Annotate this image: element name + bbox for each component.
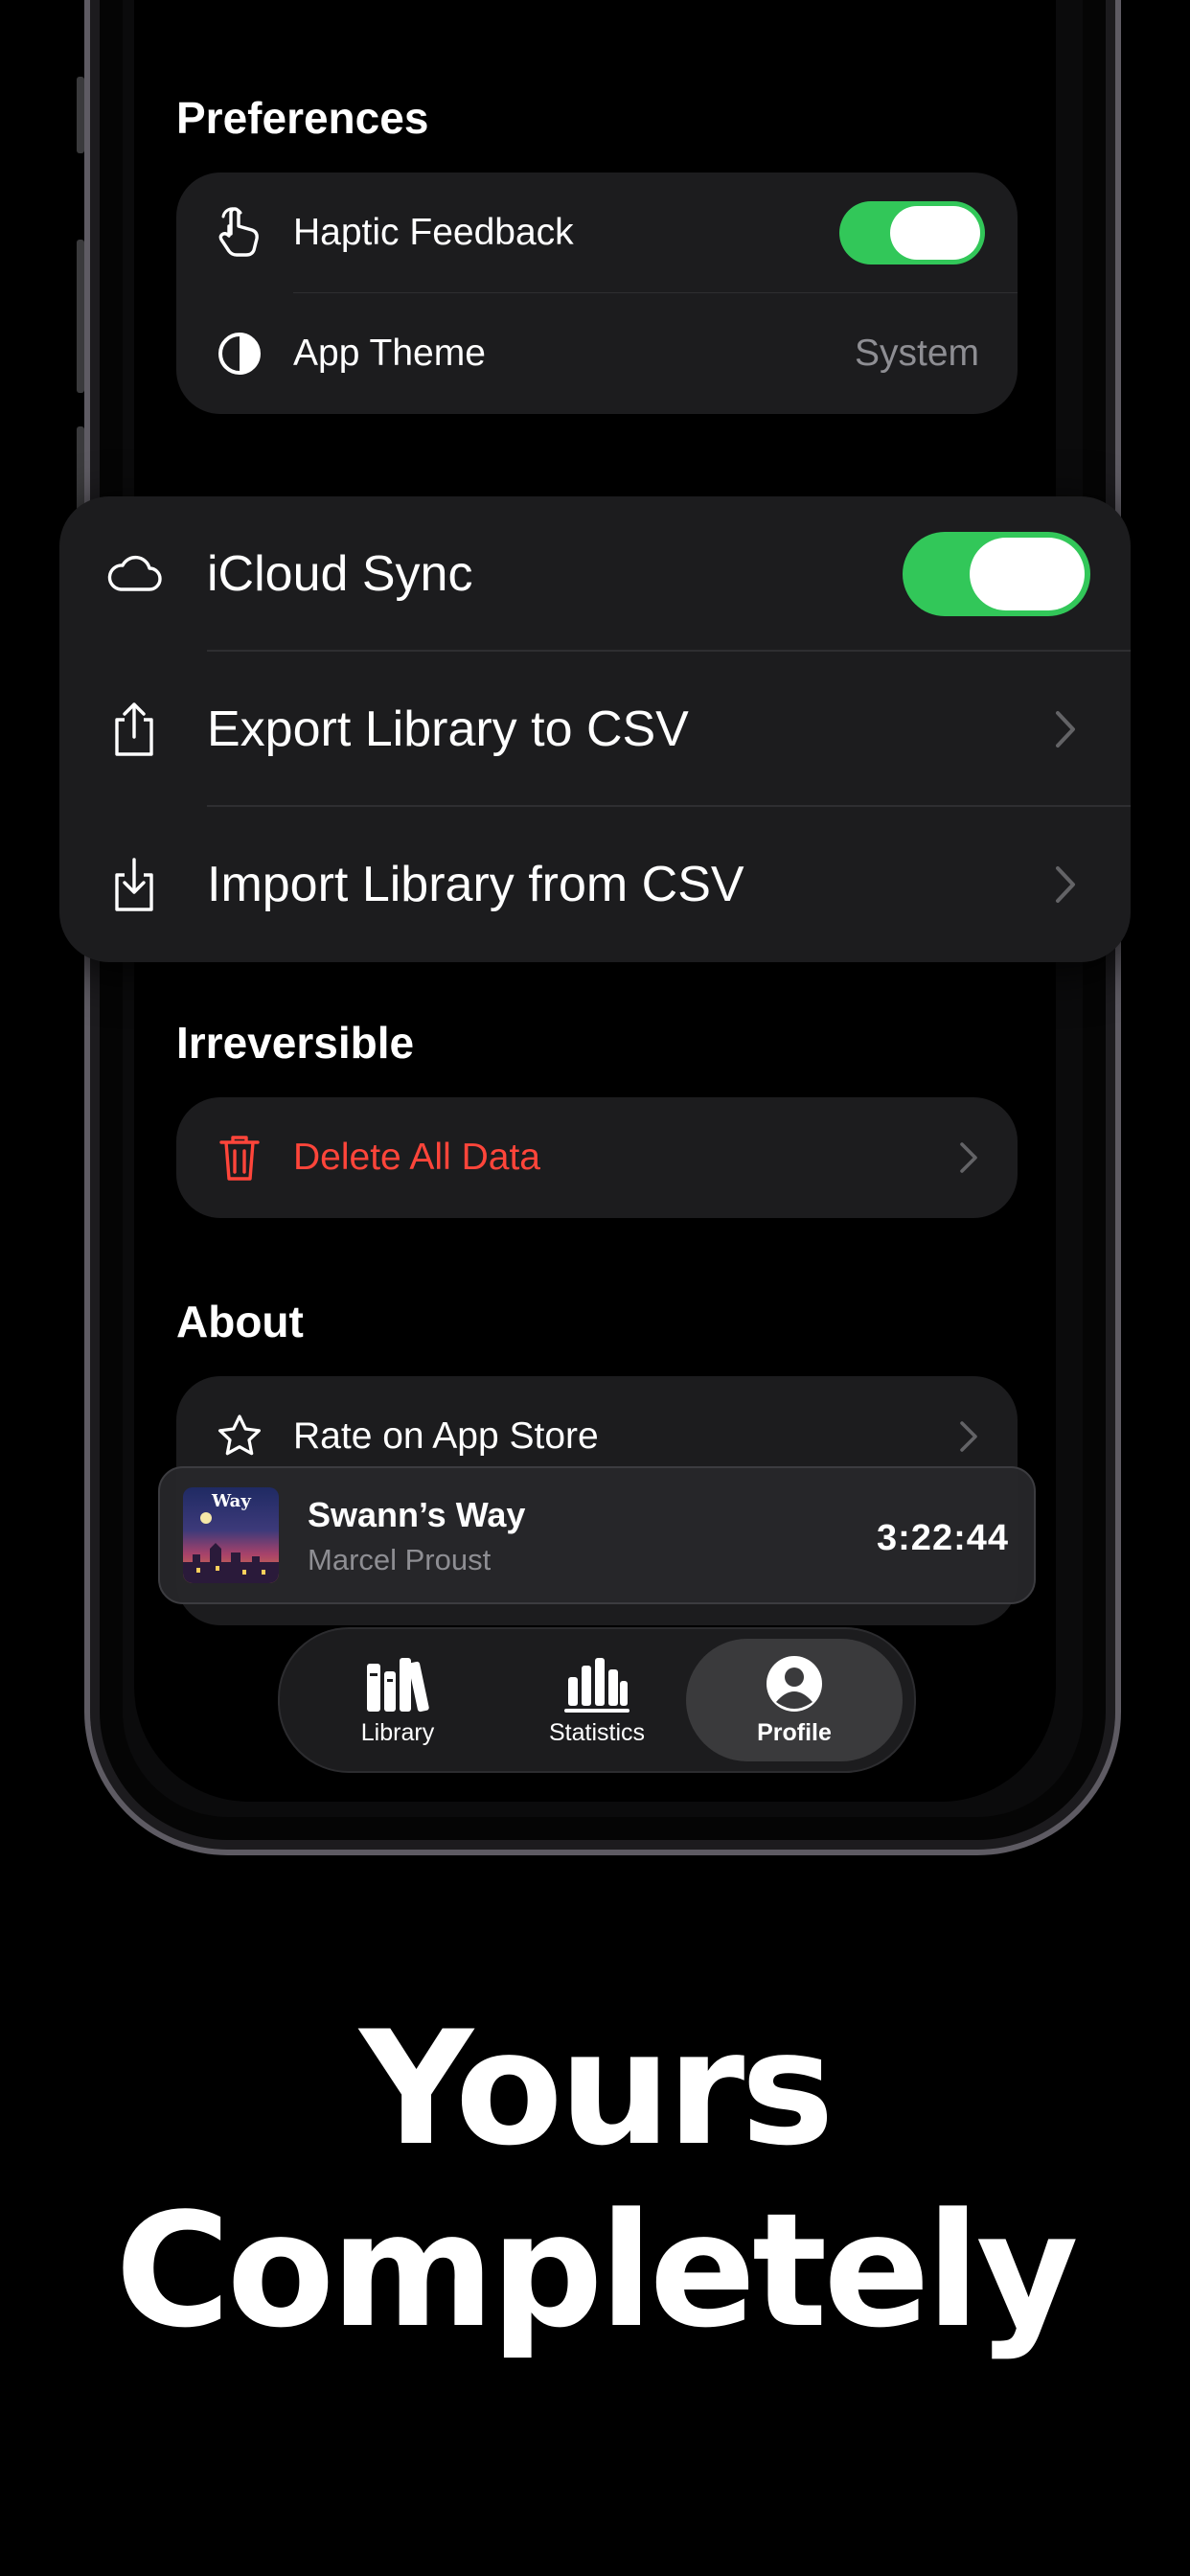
export-csv-label: Export Library to CSV [207, 702, 689, 757]
app-theme-row[interactable]: App Theme System [176, 293, 1018, 414]
icloud-sync-row[interactable]: iCloud Sync [59, 496, 1131, 652]
delete-all-data-row[interactable]: Delete All Data [176, 1097, 1018, 1218]
import-csv-label: Import Library from CSV [207, 857, 744, 912]
import-csv-row[interactable]: Import Library from CSV [59, 807, 1131, 962]
tab-library[interactable]: Library [289, 1639, 506, 1761]
delete-all-data-label: Delete All Data [293, 1137, 540, 1178]
hand-tap-icon [215, 207, 264, 258]
cover-title-text: Way [212, 1491, 251, 1511]
icloud-sync-toggle[interactable] [903, 532, 1090, 616]
irreversible-card: Delete All Data [176, 1097, 1018, 1218]
trash-icon [215, 1133, 264, 1183]
headline-line-2: Completely [115, 2179, 1079, 2362]
star-icon [215, 1412, 264, 1461]
tab-profile-label: Profile [757, 1718, 832, 1746]
chevron-right-icon [1056, 866, 1075, 903]
app-theme-value: System [854, 333, 979, 374]
sync-options-popup: iCloud Sync Export Library to CSV Import… [59, 496, 1131, 962]
tab-statistics[interactable]: Statistics [489, 1639, 705, 1761]
cover-town-art [183, 1543, 279, 1583]
tab-statistics-label: Statistics [548, 1718, 646, 1746]
bar-chart-icon [564, 1657, 629, 1713]
about-section-title: About [176, 1297, 304, 1346]
toggle-knob [890, 206, 980, 260]
tab-bar: Library Statistics Profile [278, 1627, 916, 1773]
tab-library-label: Library [360, 1718, 435, 1746]
chevron-right-icon [960, 1421, 977, 1452]
preferences-card: Haptic Feedback App Theme System [176, 172, 1018, 414]
download-tray-icon [115, 858, 153, 911]
irreversible-section-title: Irreversible [176, 1018, 415, 1068]
cover-moon [200, 1512, 212, 1524]
haptic-feedback-toggle[interactable] [839, 201, 985, 264]
half-circle-icon [215, 329, 264, 379]
cloud-icon [107, 556, 162, 591]
tab-profile[interactable]: Profile [686, 1639, 903, 1761]
haptic-feedback-row[interactable]: Haptic Feedback [176, 172, 1018, 293]
chevron-right-icon [960, 1142, 977, 1173]
mini-player[interactable]: Way Swann’s Way Marcel Proust 3:22:44 [158, 1466, 1036, 1604]
books-icon [367, 1657, 429, 1712]
icloud-sync-label: iCloud Sync [207, 546, 473, 602]
book-cover: Way [183, 1487, 279, 1583]
headline-line-1: Yours [359, 1997, 835, 2180]
person-circle-icon [767, 1655, 822, 1712]
now-playing-time: 3:22:44 [877, 1518, 1009, 1558]
now-playing-title: Swann’s Way [308, 1495, 526, 1534]
now-playing-author: Marcel Proust [308, 1543, 492, 1576]
preferences-section-title: Preferences [176, 93, 429, 143]
side-button-mid [77, 240, 84, 393]
haptic-feedback-label: Haptic Feedback [293, 212, 574, 253]
chevron-right-icon [1056, 711, 1075, 748]
share-upload-icon [115, 702, 153, 756]
side-button-top [77, 77, 84, 153]
app-theme-label: App Theme [293, 333, 486, 374]
export-csv-row[interactable]: Export Library to CSV [59, 652, 1131, 807]
toggle-knob [970, 538, 1085, 610]
rate-app-store-label: Rate on App Store [293, 1415, 599, 1457]
